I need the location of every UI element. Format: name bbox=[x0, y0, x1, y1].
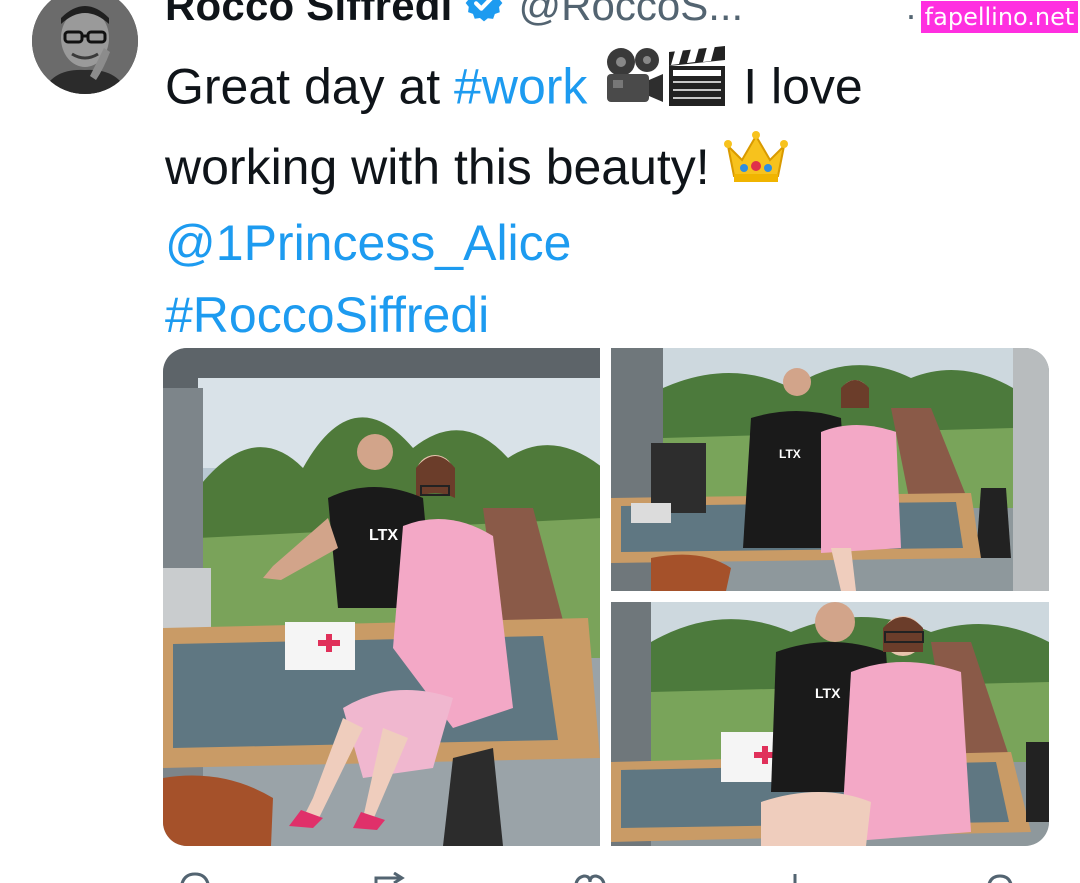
tweet-text: Great day at #work I love working with t… bbox=[165, 46, 1045, 351]
tweet-header: Rocco Siffredi @RoccoS... bbox=[165, 0, 925, 38]
shirt-logo-text: LTX bbox=[369, 527, 398, 544]
header-separator: · bbox=[905, 0, 917, 35]
avatar[interactable] bbox=[32, 0, 138, 94]
avatar-portrait-icon bbox=[32, 0, 138, 94]
verified-badge-icon[interactable] bbox=[463, 0, 505, 24]
hashtag-roccosiffredi-link[interactable]: #RoccoSiffredi bbox=[165, 279, 1045, 351]
tweet-actions-bar bbox=[165, 871, 1045, 883]
hashtag-work-link[interactable]: #work bbox=[454, 59, 587, 115]
photo-top-right[interactable]: LTX bbox=[611, 348, 1049, 591]
clapper-board-emoji bbox=[665, 46, 729, 127]
photo-bottom-right[interactable]: LTX bbox=[611, 602, 1049, 846]
shirt-logo-text: LTX bbox=[815, 685, 841, 701]
photo-main[interactable]: LTX bbox=[163, 348, 600, 846]
film-projector-emoji bbox=[601, 46, 665, 127]
like-icon[interactable] bbox=[570, 872, 610, 883]
views-icon[interactable] bbox=[775, 872, 815, 883]
crown-emoji bbox=[723, 130, 788, 203]
tweet-text-segment: Great day at bbox=[165, 58, 455, 115]
user-handle[interactable]: @RoccoS... bbox=[519, 0, 744, 29]
shirt-logo-text: LTX bbox=[779, 447, 801, 461]
watermark-badge: fapellino.net bbox=[921, 1, 1078, 33]
mention-link[interactable]: @1Princess_Alice bbox=[165, 207, 1045, 279]
tweet-text-segment: working with this beauty! bbox=[165, 139, 724, 195]
reply-icon[interactable] bbox=[175, 872, 215, 883]
tweet-text-segment: I love bbox=[729, 58, 863, 115]
share-icon[interactable] bbox=[980, 872, 1020, 883]
retweet-icon[interactable] bbox=[370, 871, 410, 883]
media-grid: LTX LTX LTX bbox=[163, 348, 1049, 846]
tweet-line-2: working with this beauty! bbox=[165, 131, 1045, 207]
display-name[interactable]: Rocco Siffredi bbox=[165, 0, 453, 29]
tweet-card: Rocco Siffredi @RoccoS... · fapellino.net… bbox=[0, 0, 1080, 883]
tweet-line-1: Great day at #work I love bbox=[165, 46, 1045, 131]
